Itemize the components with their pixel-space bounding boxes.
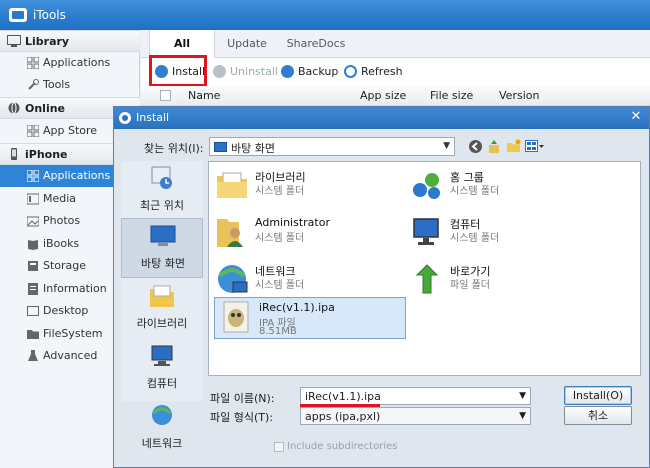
look-in-combo[interactable]: 바탕 화면 ▼ [209,137,455,156]
phone-icon [11,148,17,160]
install-highlight-annotation [149,55,207,87]
refresh-icon [344,65,357,78]
dialog-app-icon [119,112,131,124]
libraries-icon [150,285,174,307]
computer-icon [151,345,173,366]
sidebar-item-tools[interactable]: Tools [0,74,140,96]
globe-icon [8,102,20,114]
place-libraries[interactable]: 라이브러리 [121,279,203,339]
library-folder-icon [217,172,247,198]
file-name-input[interactable]: iRec(v1.1).ipa ▼ [300,387,531,405]
ipa-file-icon [223,301,249,333]
user-folder-icon [217,219,243,247]
select-all-checkbox[interactable] [160,90,171,101]
place-recent[interactable]: 최근 위치 [121,161,203,221]
places-bar: 최근 위치 바탕 화면 라이브러리 컴퓨터 네트워크 [121,161,203,450]
file-list-pane: 라이브러리 시스템 폴더 홈 그룹 시스템 폴더 Administrator 시… [208,161,641,376]
place-computer[interactable]: 컴퓨터 [121,339,203,399]
trash-icon [213,65,226,78]
storage-icon [28,261,38,271]
new-folder-icon[interactable] [506,139,521,154]
include-subdirectories-checkbox[interactable] [274,442,284,452]
place-network[interactable]: 네트워크 [121,399,203,450]
tab-sharedocs[interactable]: ShareDocs [281,30,351,58]
book-icon [28,240,38,250]
place-desktop[interactable]: 바탕 화면 [121,218,203,278]
desktop-icon [27,306,39,316]
backup-button[interactable]: Backup [281,64,338,80]
flask-icon [28,350,38,361]
sidebar-group-library[interactable]: Library [0,30,140,52]
homegroup-icon [413,173,440,199]
chevron-down-icon: ▼ [519,411,526,421]
install-dialog: Install ✕ 찾는 위치(I): 바탕 화면 ▼ 최근 위치 바탕 화면 … [113,106,650,468]
file-item-network[interactable]: 네트워크 시스템 폴더 [211,260,401,300]
chevron-down-icon[interactable]: ▼ [519,391,526,401]
uninstall-button[interactable]: Uninstall [213,64,278,80]
desktop-small-icon [214,142,227,152]
column-version[interactable]: Version [499,89,539,102]
file-item-administrator[interactable]: Administrator 시스템 폴더 [211,213,401,253]
column-name[interactable]: Name [188,89,220,102]
dialog-close-button[interactable]: ✕ [625,108,647,126]
file-type-select[interactable]: apps (ipa,pxl) ▼ [300,407,531,425]
up-folder-icon[interactable] [487,139,502,154]
file-item-computer[interactable]: 컴퓨터 시스템 폴더 [406,213,596,253]
dialog-cancel-button[interactable]: 취소 [564,406,632,425]
grid-icon [27,57,39,69]
chevron-down-icon: ▼ [443,141,450,151]
file-name-label: 파일 이름(N): [210,392,275,405]
itools-logo-icon [9,8,27,22]
dialog-title-bar: Install ✕ [114,107,649,129]
photos-icon [27,216,39,227]
grid-icon [27,125,39,137]
shortcut-folder-icon [415,264,439,294]
column-file-size[interactable]: File size [430,89,473,102]
back-icon[interactable] [468,139,483,154]
title-bar: iTools [0,0,650,30]
app-title: iTools [33,8,66,22]
look-in-label: 찾는 위치(I): [144,142,204,155]
file-type-label: 파일 형식(T): [210,411,273,424]
file-item-libraries[interactable]: 라이브러리 시스템 폴더 [211,166,401,206]
backup-icon [281,65,294,78]
network-icon [152,405,172,425]
wrench-icon [28,79,39,90]
tab-bar: All Update ShareDocs [141,30,650,59]
column-app-size[interactable]: App size [360,89,406,102]
tab-update[interactable]: Update [217,30,277,58]
view-menu-icon[interactable] [525,139,545,154]
file-item-shortcut[interactable]: 바로가기 파일 폴더 [406,260,596,300]
toolbar: Install Uninstall Backup Refresh [141,58,650,86]
refresh-button[interactable]: Refresh [344,64,403,80]
grid-icon [27,170,39,182]
column-header: Name App size File size Version [141,86,650,106]
dialog-install-button[interactable]: Install(O) [564,386,632,405]
recent-places-icon [151,166,172,189]
dialog-title: Install [136,111,170,124]
computer-icon [413,218,439,245]
sidebar-item-library-applications[interactable]: Applications [0,52,140,74]
media-icon [27,193,39,205]
monitor-icon [7,35,21,47]
info-icon [28,283,38,295]
folder-icon [27,330,39,339]
network-icon [218,265,248,293]
file-item-irec-ipa[interactable]: iRec(v1.1).ipa IPA 파일 8.51MB [214,297,406,339]
desktop-place-icon [150,225,176,246]
file-item-homegroup[interactable]: 홈 그룹 시스템 폴더 [406,166,596,206]
